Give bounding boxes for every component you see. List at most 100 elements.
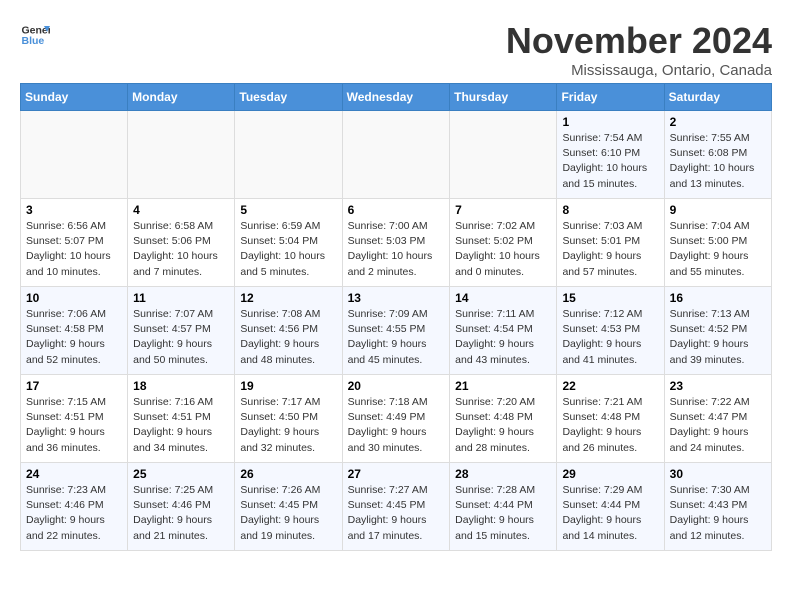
day-info: Sunrise: 7:09 AM Sunset: 4:55 PM Dayligh…: [348, 307, 445, 368]
day-info: Sunrise: 7:07 AM Sunset: 4:57 PM Dayligh…: [133, 307, 229, 368]
location-subtitle: Mississauga, Ontario, Canada: [506, 62, 772, 79]
day-info: Sunrise: 7:55 AM Sunset: 6:08 PM Dayligh…: [670, 131, 766, 192]
calendar-week-row: 17 Sunrise: 7:15 AM Sunset: 4:51 PM Dayli…: [21, 375, 772, 463]
day-of-week-header: Sunday: [21, 84, 128, 111]
calendar-cell: 2 Sunrise: 7:55 AM Sunset: 6:08 PM Daylig…: [664, 111, 771, 199]
day-of-week-header: Friday: [557, 84, 664, 111]
day-info: Sunrise: 7:30 AM Sunset: 4:43 PM Dayligh…: [670, 483, 766, 544]
day-number: 2: [670, 115, 766, 129]
day-info: Sunrise: 7:27 AM Sunset: 4:45 PM Dayligh…: [348, 483, 445, 544]
calendar-cell: 21 Sunrise: 7:20 AM Sunset: 4:48 PM Dayli…: [450, 375, 557, 463]
day-info: Sunrise: 7:22 AM Sunset: 4:47 PM Dayligh…: [670, 395, 766, 456]
svg-text:Blue: Blue: [22, 35, 45, 47]
day-info: Sunrise: 7:17 AM Sunset: 4:50 PM Dayligh…: [240, 395, 336, 456]
day-number: 10: [26, 291, 122, 305]
calendar-week-row: 1 Sunrise: 7:54 AM Sunset: 6:10 PM Daylig…: [21, 111, 772, 199]
calendar-cell: 5 Sunrise: 6:59 AM Sunset: 5:04 PM Daylig…: [235, 199, 342, 287]
day-number: 18: [133, 379, 229, 393]
calendar-cell: 9 Sunrise: 7:04 AM Sunset: 5:00 PM Daylig…: [664, 199, 771, 287]
calendar-cell: 12 Sunrise: 7:08 AM Sunset: 4:56 PM Dayli…: [235, 287, 342, 375]
day-info: Sunrise: 7:28 AM Sunset: 4:44 PM Dayligh…: [455, 483, 551, 544]
day-number: 11: [133, 291, 229, 305]
day-info: Sunrise: 7:29 AM Sunset: 4:44 PM Dayligh…: [562, 483, 658, 544]
day-info: Sunrise: 7:25 AM Sunset: 4:46 PM Dayligh…: [133, 483, 229, 544]
day-number: 17: [26, 379, 122, 393]
day-number: 14: [455, 291, 551, 305]
calendar-header-row: SundayMondayTuesdayWednesdayThursdayFrid…: [21, 84, 772, 111]
calendar-cell: 26 Sunrise: 7:26 AM Sunset: 4:45 PM Dayli…: [235, 463, 342, 551]
calendar-cell: 10 Sunrise: 7:06 AM Sunset: 4:58 PM Dayli…: [21, 287, 128, 375]
calendar-week-row: 24Sunrise: 7:23 AM Sunset: 4:46 PM Dayli…: [21, 463, 772, 551]
calendar-week-row: 10 Sunrise: 7:06 AM Sunset: 4:58 PM Dayli…: [21, 287, 772, 375]
day-of-week-header: Wednesday: [342, 84, 450, 111]
title-block: November 2024 Mississauga, Ontario, Cana…: [506, 20, 772, 79]
calendar-cell: [21, 111, 128, 199]
day-info: Sunrise: 7:20 AM Sunset: 4:48 PM Dayligh…: [455, 395, 551, 456]
page-header: General Blue November 2024 Mississauga, …: [20, 20, 772, 79]
logo: General Blue: [20, 20, 50, 50]
calendar-cell: 27Sunrise: 7:27 AM Sunset: 4:45 PM Dayli…: [342, 463, 450, 551]
logo-icon: General Blue: [20, 20, 50, 50]
day-info: Sunrise: 7:18 AM Sunset: 4:49 PM Dayligh…: [348, 395, 445, 456]
day-number: 13: [348, 291, 445, 305]
day-number: 21: [455, 379, 551, 393]
day-number: 3: [26, 203, 122, 217]
day-number: 6: [348, 203, 445, 217]
day-number: 1: [562, 115, 658, 129]
day-info: Sunrise: 7:15 AM Sunset: 4:51 PM Dayligh…: [26, 395, 122, 456]
calendar-week-row: 3 Sunrise: 6:56 AM Sunset: 5:07 PM Daylig…: [21, 199, 772, 287]
day-number: 22: [562, 379, 658, 393]
calendar-body: 1 Sunrise: 7:54 AM Sunset: 6:10 PM Daylig…: [21, 111, 772, 551]
calendar-cell: 6 Sunrise: 7:00 AM Sunset: 5:03 PM Daylig…: [342, 199, 450, 287]
day-number: 26: [240, 467, 336, 481]
calendar-cell: 4Sunrise: 6:58 AM Sunset: 5:06 PM Daylig…: [128, 199, 235, 287]
day-info: Sunrise: 7:06 AM Sunset: 4:58 PM Dayligh…: [26, 307, 122, 368]
day-info: Sunrise: 7:54 AM Sunset: 6:10 PM Dayligh…: [562, 131, 658, 192]
day-number: 25: [133, 467, 229, 481]
day-info: Sunrise: 7:02 AM Sunset: 5:02 PM Dayligh…: [455, 219, 551, 280]
day-number: 4: [133, 203, 229, 217]
day-info: Sunrise: 7:11 AM Sunset: 4:54 PM Dayligh…: [455, 307, 551, 368]
day-number: 9: [670, 203, 766, 217]
calendar-cell: 24Sunrise: 7:23 AM Sunset: 4:46 PM Dayli…: [21, 463, 128, 551]
calendar-cell: 8Sunrise: 7:03 AM Sunset: 5:01 PM Daylig…: [557, 199, 664, 287]
calendar-cell: 30 Sunrise: 7:30 AM Sunset: 4:43 PM Dayli…: [664, 463, 771, 551]
day-of-week-header: Saturday: [664, 84, 771, 111]
month-title: November 2024: [506, 20, 772, 62]
calendar-cell: 18 Sunrise: 7:16 AM Sunset: 4:51 PM Dayli…: [128, 375, 235, 463]
day-info: Sunrise: 7:16 AM Sunset: 4:51 PM Dayligh…: [133, 395, 229, 456]
calendar-cell: 3 Sunrise: 6:56 AM Sunset: 5:07 PM Daylig…: [21, 199, 128, 287]
day-info: Sunrise: 6:59 AM Sunset: 5:04 PM Dayligh…: [240, 219, 336, 280]
day-number: 30: [670, 467, 766, 481]
day-info: Sunrise: 7:04 AM Sunset: 5:00 PM Dayligh…: [670, 219, 766, 280]
day-info: Sunrise: 7:12 AM Sunset: 4:53 PM Dayligh…: [562, 307, 658, 368]
day-of-week-header: Thursday: [450, 84, 557, 111]
calendar-cell: [450, 111, 557, 199]
day-number: 29: [562, 467, 658, 481]
day-number: 12: [240, 291, 336, 305]
day-info: Sunrise: 7:21 AM Sunset: 4:48 PM Dayligh…: [562, 395, 658, 456]
calendar-cell: [342, 111, 450, 199]
day-number: 23: [670, 379, 766, 393]
day-info: Sunrise: 7:08 AM Sunset: 4:56 PM Dayligh…: [240, 307, 336, 368]
day-number: 5: [240, 203, 336, 217]
day-number: 7: [455, 203, 551, 217]
calendar-cell: 17 Sunrise: 7:15 AM Sunset: 4:51 PM Dayli…: [21, 375, 128, 463]
calendar-cell: 16Sunrise: 7:13 AM Sunset: 4:52 PM Dayli…: [664, 287, 771, 375]
day-info: Sunrise: 7:26 AM Sunset: 4:45 PM Dayligh…: [240, 483, 336, 544]
calendar-cell: 28Sunrise: 7:28 AM Sunset: 4:44 PM Dayli…: [450, 463, 557, 551]
calendar-cell: 20 Sunrise: 7:18 AM Sunset: 4:49 PM Dayli…: [342, 375, 450, 463]
calendar-cell: 14 Sunrise: 7:11 AM Sunset: 4:54 PM Dayli…: [450, 287, 557, 375]
calendar-cell: 11 Sunrise: 7:07 AM Sunset: 4:57 PM Dayli…: [128, 287, 235, 375]
day-info: Sunrise: 6:56 AM Sunset: 5:07 PM Dayligh…: [26, 219, 122, 280]
calendar-cell: 19 Sunrise: 7:17 AM Sunset: 4:50 PM Dayli…: [235, 375, 342, 463]
calendar-cell: 15Sunrise: 7:12 AM Sunset: 4:53 PM Dayli…: [557, 287, 664, 375]
day-number: 16: [670, 291, 766, 305]
calendar-cell: 23 Sunrise: 7:22 AM Sunset: 4:47 PM Dayli…: [664, 375, 771, 463]
calendar-table: SundayMondayTuesdayWednesdayThursdayFrid…: [20, 83, 772, 551]
day-info: Sunrise: 7:03 AM Sunset: 5:01 PM Dayligh…: [562, 219, 658, 280]
day-number: 20: [348, 379, 445, 393]
day-of-week-header: Tuesday: [235, 84, 342, 111]
day-info: Sunrise: 7:00 AM Sunset: 5:03 PM Dayligh…: [348, 219, 445, 280]
day-number: 19: [240, 379, 336, 393]
